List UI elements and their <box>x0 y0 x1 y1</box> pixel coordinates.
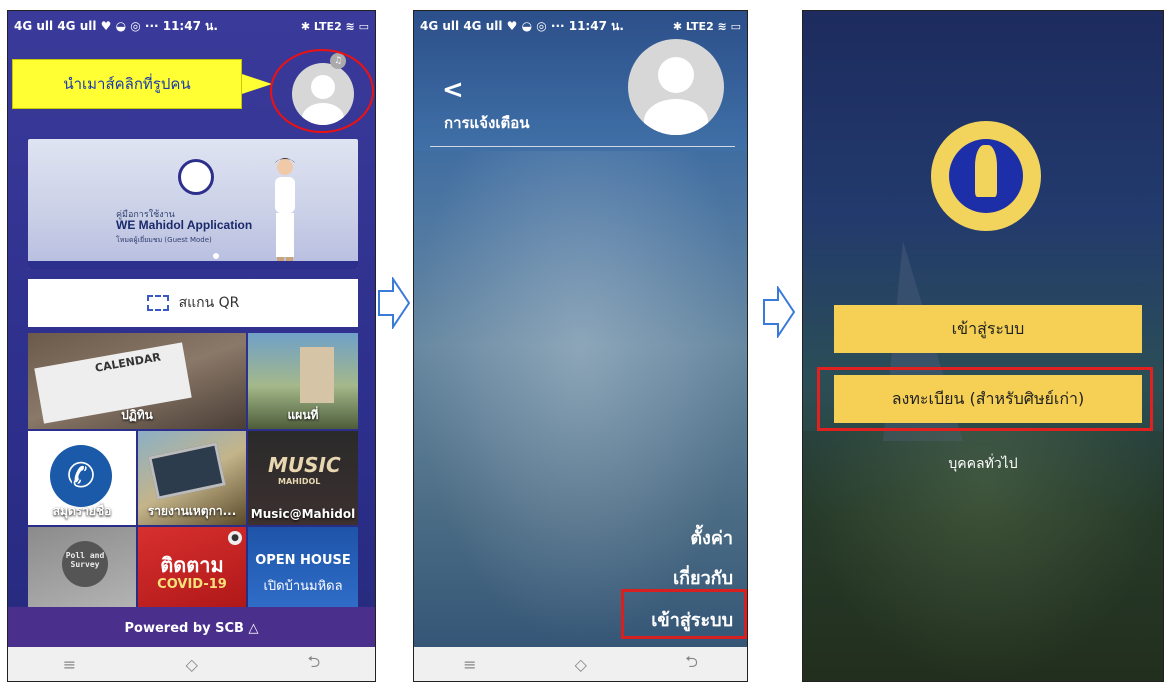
tile-poll[interactable]: Poll and Survey <box>28 527 136 607</box>
phone-screen-login: เข้าสู่ระบบ ลงทะเบียน (สำหรับศิษย์เก่า) … <box>802 10 1164 682</box>
home-icon[interactable]: ◇ <box>186 655 198 674</box>
instruction-callout: นำเมาส์คลิกที่รูปคน <box>12 59 242 109</box>
tile-map[interactable]: แผนที่ <box>248 333 358 429</box>
tile-incident-label: รายงานเหตุกา... <box>147 504 237 518</box>
tile-music-label: Music@Mahidol <box>250 507 356 521</box>
mahidol-seal-icon <box>931 121 1041 231</box>
step-arrow-icon <box>763 286 796 338</box>
menu-about[interactable]: เกี่ยวกับ <box>673 563 733 592</box>
banner-footer-bar <box>28 261 358 269</box>
back-icon[interactable]: ⮌ <box>307 651 320 678</box>
tile-calendar[interactable]: CALENDAR ปฏิทิน <box>28 333 246 429</box>
status-left: 4G ull 4G ull ♥ ◒ ◎ ··· 11:47 น. <box>420 18 624 33</box>
step-arrow-icon <box>378 277 411 329</box>
highlight-box <box>817 367 1153 431</box>
tile-calendar-label: ปฏิทิน <box>121 408 153 422</box>
scan-qr-button[interactable]: สแกน QR <box>28 279 358 327</box>
status-bar: 4G ull 4G ull ♥ ◒ ◎ ··· 11:47 น. ✱ LTE2 … <box>414 11 747 41</box>
poll-button-photo: Poll and Survey <box>62 541 108 587</box>
highlight-ring <box>270 49 374 133</box>
back-chevron-icon[interactable]: < <box>442 75 464 105</box>
open-house-title: OPEN HOUSE <box>255 553 351 568</box>
header-divider <box>430 146 735 147</box>
tile-directory-label: สมุดรายชื่อ <box>52 504 112 518</box>
phone-call-icon: ✆ <box>50 445 112 507</box>
status-right: ✱ LTE2 ≋ ▭ <box>300 19 369 33</box>
mahidol-logo-icon <box>178 159 214 195</box>
music-logo-sub: MAHIDOL <box>278 477 321 486</box>
back-icon[interactable]: ⮌ <box>685 651 698 678</box>
tile-map-label: แผนที่ <box>287 408 319 422</box>
calendar-word: CALENDAR <box>94 350 162 375</box>
close-badge-icon[interactable]: ● <box>228 531 242 545</box>
status-bar: 4G ull 4G ull ♥ ◒ ◎ ··· 11:47 น. ✱ LTE2 … <box>8 11 375 41</box>
home-icon[interactable]: ◇ <box>575 655 587 674</box>
profile-avatar[interactable] <box>628 39 724 135</box>
covid-sub: COVID-19 <box>157 577 227 592</box>
callout-pointer <box>242 74 272 94</box>
qr-scan-icon <box>146 295 169 311</box>
building-photo <box>300 347 334 403</box>
menu-icon[interactable]: ≡ <box>463 655 476 674</box>
phone-screen-menu: 4G ull 4G ull ♥ ◒ ◎ ··· 11:47 น. ✱ LTE2 … <box>413 10 748 682</box>
open-house-sub: เปิดบ้านมหิดล <box>263 579 343 594</box>
login-button[interactable]: เข้าสู่ระบบ <box>834 305 1142 353</box>
tile-directory[interactable]: ✆ สมุดรายชื่อ <box>28 431 136 525</box>
menu-icon[interactable]: ≡ <box>63 655 76 674</box>
tile-incident-report[interactable]: รายงานเหตุกา... <box>138 431 246 525</box>
poll-label: Poll and Survey <box>65 551 105 569</box>
highlight-box <box>621 589 747 639</box>
banner-title: WE Mahidol Application <box>116 218 253 232</box>
notifications-title[interactable]: การแจ้งเตือน <box>444 111 529 135</box>
tile-covid[interactable]: ติดตาม COVID-19 ● <box>138 527 246 607</box>
status-right: ✱ LTE2 ≋ ▭ <box>672 19 741 33</box>
guide-banner[interactable]: คู่มือการใช้งาน WE Mahidol Application โ… <box>28 139 358 269</box>
carousel-dot[interactable] <box>213 253 219 259</box>
android-nav-bar: ≡ ◇ ⮌ <box>414 647 747 681</box>
powered-by-bar: Powered by SCB △ <box>8 607 375 649</box>
tile-music[interactable]: MUSIC MAHIDOL Music@Mahidol <box>248 431 358 525</box>
general-public-link[interactable]: บุคคลทั่วไป <box>803 453 1163 475</box>
status-left: 4G ull 4G ull ♥ ◒ ◎ ··· 11:47 น. <box>14 18 218 33</box>
woman-illustration-icon <box>275 158 295 263</box>
android-nav-bar: ≡ ◇ ⮌ <box>8 647 375 681</box>
tile-open-house[interactable]: OPEN HOUSE เปิดบ้านมหิดล <box>248 527 358 607</box>
scan-qr-label: สแกน QR <box>178 295 240 311</box>
menu-settings[interactable]: ตั้งค่า <box>690 523 733 552</box>
music-logo-icon: MUSIC <box>268 453 341 477</box>
laptop-photo <box>148 442 226 500</box>
banner-subtitle: โหมดผู้เยี่ยมชม (Guest Mode) <box>116 236 212 244</box>
phone-screen-home: 4G ull 4G ull ♥ ◒ ◎ ··· 11:47 น. ✱ LTE2 … <box>7 10 376 682</box>
